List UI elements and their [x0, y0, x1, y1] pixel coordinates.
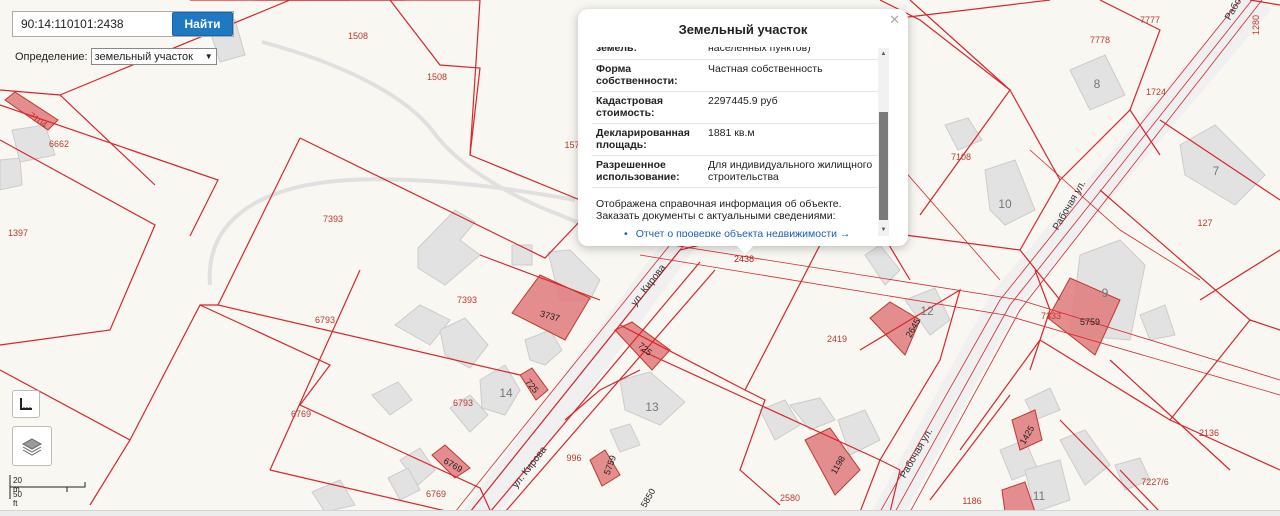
popup-pointer: [736, 245, 754, 254]
report-link[interactable]: Отчет о проверке объекта недвижимости →: [636, 228, 851, 237]
parcel-label: 2580: [779, 493, 801, 503]
house-number: 13: [645, 400, 659, 414]
chevron-down-icon: ▼: [204, 52, 213, 61]
layers-button[interactable]: [12, 426, 52, 466]
scale-imperial: 50 ft: [13, 490, 22, 508]
parcel-label: 1280: [1251, 14, 1261, 36]
popup-row-key: земель:: [596, 47, 638, 54]
house-number: 11: [1032, 489, 1046, 503]
parcel-label: 1508: [347, 31, 369, 41]
parcel-label: 6769: [290, 409, 312, 419]
parcel-label: 7108: [950, 152, 972, 162]
popup-row-value: населенных пунктов): [708, 47, 811, 54]
popup-link-row: • Отчет о проверке объекта недвижимости …: [592, 222, 878, 237]
ruler-icon: [20, 398, 32, 410]
popup-row-value: 2297445.9 руб: [708, 95, 778, 107]
parcel-label: 7393: [322, 214, 344, 224]
parcel-label: 6662: [48, 139, 70, 149]
popup-row: Разрешенное использование: Для индивидуа…: [592, 156, 878, 188]
parcel-label: 6769: [425, 489, 447, 499]
parcel-label: 2419: [826, 334, 848, 344]
parcel-label: 2136: [1198, 428, 1220, 438]
popup-row-value: 1881 кв.м: [708, 127, 755, 139]
house-number: 14: [499, 386, 513, 400]
popup-row: Форма собственности: Частная собственнос…: [592, 60, 878, 92]
bottom-bar: [0, 510, 1280, 516]
popup-row: Кадастровая стоимость: 2297445.9 руб: [592, 92, 878, 124]
popup-row-key: Форма собственности:: [596, 63, 678, 87]
popup-body: земель: населенных пунктов) Форма собств…: [592, 47, 878, 237]
house-number: 12: [920, 304, 934, 318]
scrollbar-thumb[interactable]: [879, 112, 888, 220]
popup-info-text: Отображена справочная информация об объе…: [596, 198, 842, 222]
definition-select-value: земельный участок: [94, 50, 193, 63]
measure-button[interactable]: [12, 390, 40, 418]
house-number: 10: [998, 197, 1012, 211]
close-icon[interactable]: ✕: [889, 12, 900, 28]
parcel-label: 6793: [314, 315, 336, 325]
definition-select[interactable]: земельный участок ▼: [90, 48, 217, 65]
popup-row-key: Кадастровая стоимость:: [596, 95, 663, 119]
parcel-label: 1186: [962, 496, 982, 506]
house-number: 9: [1101, 286, 1109, 300]
popup-row-key: Декларированная площадь:: [596, 127, 690, 151]
popup-row: земель: населенных пунктов): [592, 47, 878, 60]
popup-row-key: Разрешенное использование:: [596, 159, 680, 183]
parcel-label: 1724: [1145, 87, 1167, 97]
layers-icon: [21, 438, 43, 456]
popup-title: Земельный участок: [678, 22, 808, 37]
selected-parcel-label: 2438: [733, 254, 755, 264]
popup-scrollbar[interactable]: ▲ ▼: [878, 48, 889, 236]
popup-row-value: Для индивидуального жилищного строительс…: [708, 159, 873, 183]
definition-label: Определение:: [15, 50, 88, 63]
popup-row: Декларированная площадь: 1881 кв.м: [592, 124, 878, 156]
scroll-down-icon[interactable]: ▼: [878, 224, 889, 236]
parcel-label: 1508: [426, 72, 448, 82]
definition-row: Определение: земельный участок ▼: [15, 48, 217, 65]
bullet-icon: •: [624, 228, 628, 237]
parcel-label: 7227/6: [1141, 477, 1169, 487]
popup-row-value: Частная собственность: [708, 63, 823, 75]
house-number: 7: [1212, 164, 1220, 178]
parcel-label: 996: [566, 453, 582, 463]
parcel-info-popup: Земельный участок ✕ земель: населенных п…: [578, 9, 908, 246]
parcel-label: 127: [1197, 218, 1213, 228]
parcel-label: 7333: [1040, 311, 1062, 321]
parcel-label: 7393: [456, 295, 478, 305]
house-number: 8: [1093, 77, 1101, 91]
search-button[interactable]: Найти: [172, 12, 233, 36]
scroll-up-icon[interactable]: ▲: [878, 48, 889, 60]
parcel-label: 5759: [1079, 317, 1101, 327]
parcel-label: 1397: [7, 228, 29, 238]
parcel-label: 7778: [1089, 35, 1111, 45]
parcel-label: 6793: [452, 398, 474, 408]
parcel-label: 7777: [1139, 15, 1161, 25]
